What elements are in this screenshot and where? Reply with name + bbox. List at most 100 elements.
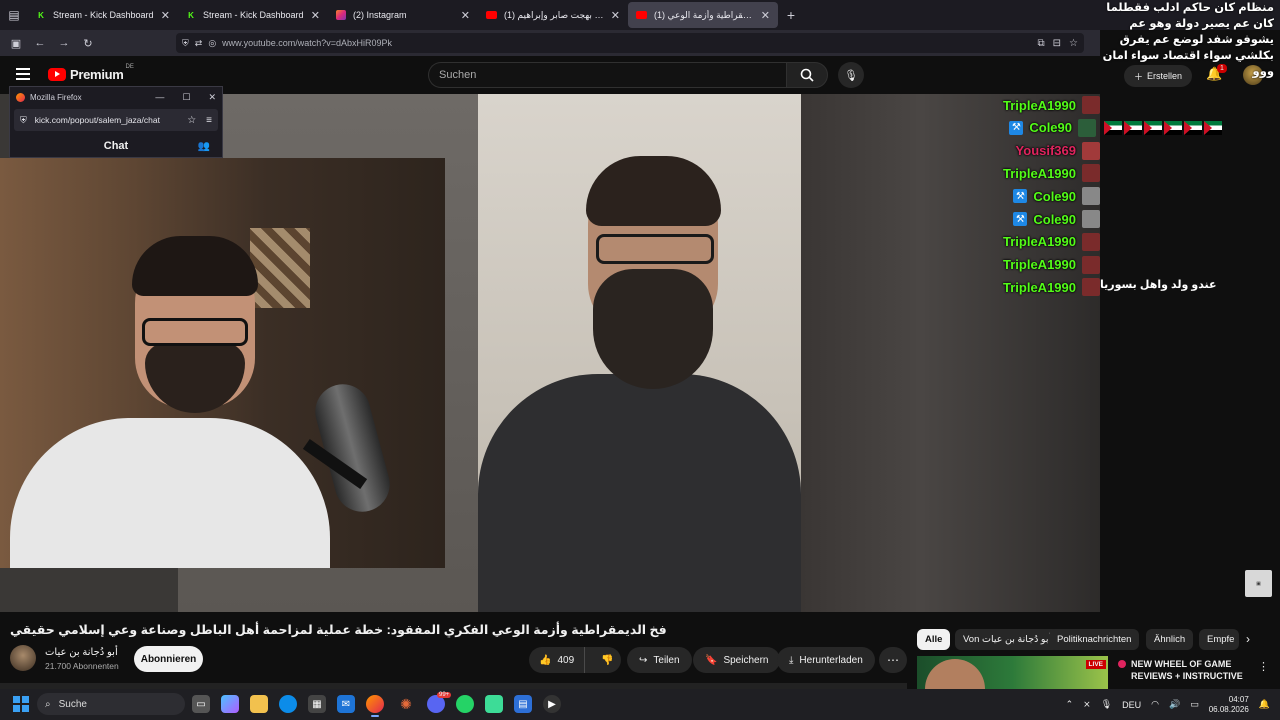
popout-address-bar[interactable]: ⛨ kick.com/popout/salem_jaza/chat ☆ ≡	[14, 109, 218, 131]
menu-hamburger-icon[interactable]	[16, 68, 30, 80]
settings-gear-icon[interactable]: ✺	[397, 695, 415, 713]
tab-title: (1) فخ الديمقراطية وأزمة الوعي ...	[654, 9, 755, 20]
popout-titlebar[interactable]: Mozilla Firefox — ☐ ✕	[10, 87, 222, 107]
dislike-button[interactable]: 👎	[591, 655, 623, 666]
android-app-icon[interactable]	[485, 695, 503, 713]
chip-from-channel[interactable]: Von أبو دُجانة بن عيات	[955, 629, 1060, 650]
bookmark-star-icon[interactable]: ☆	[187, 115, 196, 126]
clock[interactable]: 04:07 06.08.2026	[1209, 695, 1249, 715]
minimize-icon[interactable]: —	[155, 92, 164, 103]
task-view-icon[interactable]: ▭	[192, 695, 210, 713]
close-icon[interactable]: ✕	[461, 9, 470, 22]
obs-window-icon[interactable]: ▤	[514, 695, 532, 713]
youtube-icon	[486, 11, 497, 19]
microphone-icon[interactable]: 🎙	[1101, 699, 1112, 710]
more-actions-icon[interactable]: ⋯	[879, 647, 907, 673]
edge-icon[interactable]	[279, 695, 297, 713]
battery-icon[interactable]: ▭	[1190, 699, 1199, 710]
close-icon[interactable]: ✕	[311, 9, 320, 22]
media-player-icon[interactable]: ▶	[543, 695, 561, 713]
notification-center-icon[interactable]: 🔔	[1259, 699, 1270, 710]
youtube-logo[interactable]: Premium DE	[48, 64, 134, 82]
close-icon[interactable]: ✕	[761, 9, 770, 22]
save-button[interactable]: 🔖 Speichern	[693, 647, 781, 673]
close-icon[interactable]: ✕	[611, 9, 620, 22]
like-button[interactable]: 👍 409	[529, 647, 586, 673]
language-indicator[interactable]: DEU	[1122, 700, 1141, 710]
close-icon[interactable]: ✕	[208, 92, 216, 103]
more-vertical-icon[interactable]: ⋮	[1258, 660, 1269, 673]
recommended-video-thumbnail[interactable]: LIVE	[917, 656, 1108, 690]
hammer-badge-icon: ⚒	[1009, 120, 1024, 135]
channel-avatar[interactable]	[10, 645, 36, 671]
channel-name[interactable]: أبو دُجانة بن عيات	[45, 647, 118, 658]
back-arrow-icon[interactable]: ←	[28, 30, 52, 56]
like-count: 409	[557, 654, 575, 666]
new-tab-plus-icon[interactable]: +	[778, 7, 804, 23]
tab-list-icon[interactable]: ▤	[0, 0, 28, 30]
reload-icon[interactable]: ↻	[76, 30, 100, 56]
copilot-icon[interactable]	[221, 695, 239, 713]
video-player[interactable]	[0, 94, 1100, 612]
lock-icon[interactable]: ◎	[208, 38, 216, 49]
firefox-icon[interactable]	[366, 695, 384, 717]
share-arrow-icon: ↪	[639, 654, 648, 666]
permissions-icon[interactable]: ⇄	[195, 38, 203, 49]
tab-youtube-active[interactable]: (1) فخ الديمقراطية وأزمة الوعي ... ✕	[628, 2, 778, 28]
bookmark-star-icon[interactable]: ☆	[1069, 38, 1078, 49]
menu-icon[interactable]: ≡	[206, 115, 212, 126]
outlook-icon[interactable]: ✉	[337, 695, 355, 713]
bookmark-icon: 🔖	[705, 654, 718, 666]
search-input[interactable]: Suchen	[428, 62, 786, 88]
system-tray: ⌃ ⨯ 🎙 DEU ◠ 🔊 ▭ 04:07 06.08.2026 🔔	[1066, 689, 1270, 720]
wifi-icon[interactable]: ◠	[1151, 699, 1159, 710]
overlay-chat-message: منظام كان حاكم ادلب فقطلما كان عم يصير د…	[1102, 2, 1274, 78]
firefox-popout-window[interactable]: Mozilla Firefox — ☐ ✕ ⛨ kick.com/popout/…	[9, 86, 223, 158]
speaker-icon[interactable]: 🔊	[1169, 699, 1180, 710]
chip-politics-news[interactable]: Politiknachrichten	[1049, 629, 1140, 650]
maximize-icon[interactable]: ☐	[182, 92, 190, 103]
overlay-chat-side-message: عندو ولد واهل بسوريا	[1100, 279, 1217, 291]
voice-search-mic-icon[interactable]: 🎙	[838, 62, 864, 88]
sidebar-toggle-icon[interactable]: ▣	[4, 30, 28, 56]
windows-taskbar: ⌕ Suche ▭ ▦ ✉ ✺ 99+ ▤ ▶ ⌃ ⨯ 🎙 DEU ◠ 🔊 ▭ …	[0, 689, 1280, 720]
tab-youtube-1[interactable]: (1) مداخلة بهجت صابر وإبراهيم ... ✕	[478, 2, 628, 28]
file-explorer-icon[interactable]	[250, 695, 268, 713]
subscribe-button[interactable]: Abonnieren	[134, 646, 203, 672]
whatsapp-icon[interactable]	[456, 695, 474, 713]
chevron-up-icon[interactable]: ⌃	[1066, 699, 1074, 710]
network-off-icon[interactable]: ⨯	[1083, 699, 1091, 710]
users-icon[interactable]: 👥	[198, 141, 210, 152]
shield-icon[interactable]: ⛨	[182, 38, 189, 49]
microsoft-store-icon[interactable]: ▦	[308, 695, 326, 713]
download-button[interactable]: ⤓ Herunterladen	[777, 647, 875, 673]
tab-kick-dashboard-2[interactable]: K Stream - Kick Dashboard ✕	[178, 2, 328, 28]
address-bar[interactable]: ⛨ ⇄ ◎ www.youtube.com/watch?v=dAbxHiR09P…	[176, 33, 1084, 53]
browser-nav-bar: ▣ ← → ↻ ⛨ ⇄ ◎ www.youtube.com/watch?v=dA…	[0, 30, 1100, 56]
chat-avatar	[1082, 164, 1100, 183]
palestine-flag-icon	[1184, 120, 1202, 135]
chat-title: Chat	[103, 140, 129, 152]
chip-all[interactable]: Alle	[917, 629, 951, 650]
chat-username: Cole90	[1033, 211, 1076, 227]
youtube-play-icon	[48, 68, 66, 81]
close-icon[interactable]: ✕	[161, 9, 170, 22]
kick-icon: K	[188, 10, 194, 20]
overlay-chat-line: Yousif369	[1016, 141, 1100, 160]
share-button[interactable]: ↪ Teilen	[627, 647, 692, 673]
shield-icon[interactable]: ⛨	[20, 115, 27, 126]
pocket-icon[interactable]: ⊟	[1053, 38, 1061, 49]
chip-similar[interactable]: Ähnlich	[1146, 629, 1194, 650]
tab-instagram[interactable]: (2) Instagram ✕	[328, 2, 478, 28]
search-button[interactable]	[786, 62, 828, 88]
search-icon	[800, 68, 814, 82]
windows-start-icon[interactable]	[13, 696, 29, 712]
chat-username: Cole90	[1029, 120, 1072, 136]
chip-recommended[interactable]: Empfe	[1199, 629, 1239, 650]
taskbar-search[interactable]: ⌕ Suche	[37, 693, 185, 715]
channel-watermark[interactable]: ▣	[1245, 570, 1272, 597]
forward-arrow-icon[interactable]: →	[52, 30, 76, 56]
chevron-right-icon[interactable]: ›	[1246, 632, 1250, 646]
picture-in-picture-icon[interactable]: ⧉	[1038, 38, 1045, 49]
tab-kick-dashboard-1[interactable]: K Stream - Kick Dashboard ✕	[28, 2, 178, 28]
